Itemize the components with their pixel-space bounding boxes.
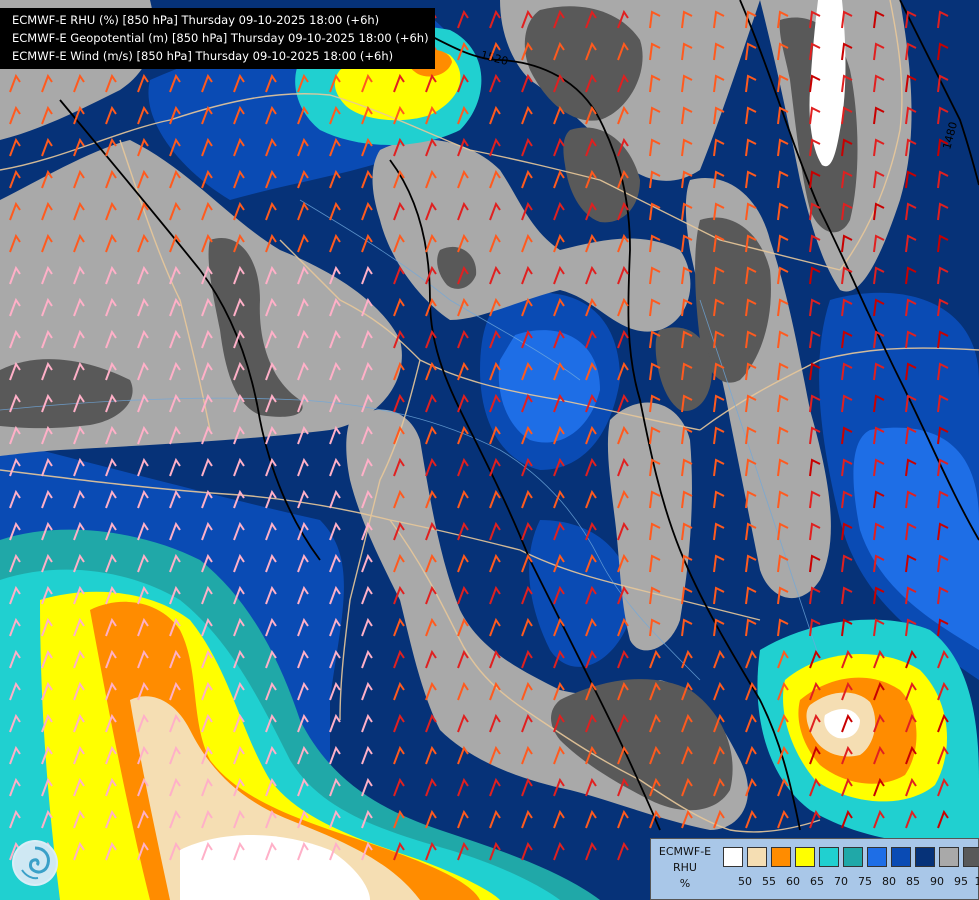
legend-swatch xyxy=(891,847,911,867)
legend-swatch xyxy=(963,847,979,867)
legend-swatch xyxy=(867,847,887,867)
legend-swatch xyxy=(795,847,815,867)
legend-swatch xyxy=(747,847,767,867)
legend-swatch xyxy=(723,847,743,867)
rhu-title: ECMWF-E RHU (%) [850 hPa] Thursday 09-10… xyxy=(12,13,380,27)
legend-swatch xyxy=(771,847,791,867)
legend-tick: 60 xyxy=(786,875,800,888)
legend-swatch xyxy=(915,847,935,867)
map-title-box: ECMWF-E RHU (%) [850 hPa] Thursday 09-10… xyxy=(0,8,435,69)
legend-swatch xyxy=(843,847,863,867)
weather-map: 1520 1480 xyxy=(0,0,979,900)
legend-tick: 65 xyxy=(810,875,824,888)
legend-swatch xyxy=(939,847,959,867)
legend-tick: 100 xyxy=(974,875,979,888)
rhu-legend: ECMWF-E RHU % 50 55 60 65 70 75 80 85 90 95 100 xyxy=(650,838,979,900)
legend-unit: % xyxy=(679,877,691,890)
legend-tick: 50 xyxy=(738,875,752,888)
legend-model: ECMWF-E xyxy=(658,845,712,858)
legend-tick: 95 xyxy=(954,875,968,888)
wind-title: ECMWF-E Wind (m/s) [850 hPa] Thursday 09… xyxy=(12,49,394,63)
geopotential-title: ECMWF-E Geopotential (m) [850 hPa] Thurs… xyxy=(12,31,429,45)
legend-tick: 85 xyxy=(906,875,920,888)
legend-tick: 75 xyxy=(858,875,872,888)
legend-variable: RHU xyxy=(673,861,697,874)
legend-tick: 80 xyxy=(882,875,896,888)
legend-swatch xyxy=(819,847,839,867)
ecmwf-swirl-icon xyxy=(12,840,58,886)
legend-tick: 90 xyxy=(930,875,944,888)
legend-tick: 55 xyxy=(762,875,776,888)
legend-tick: 70 xyxy=(834,875,848,888)
